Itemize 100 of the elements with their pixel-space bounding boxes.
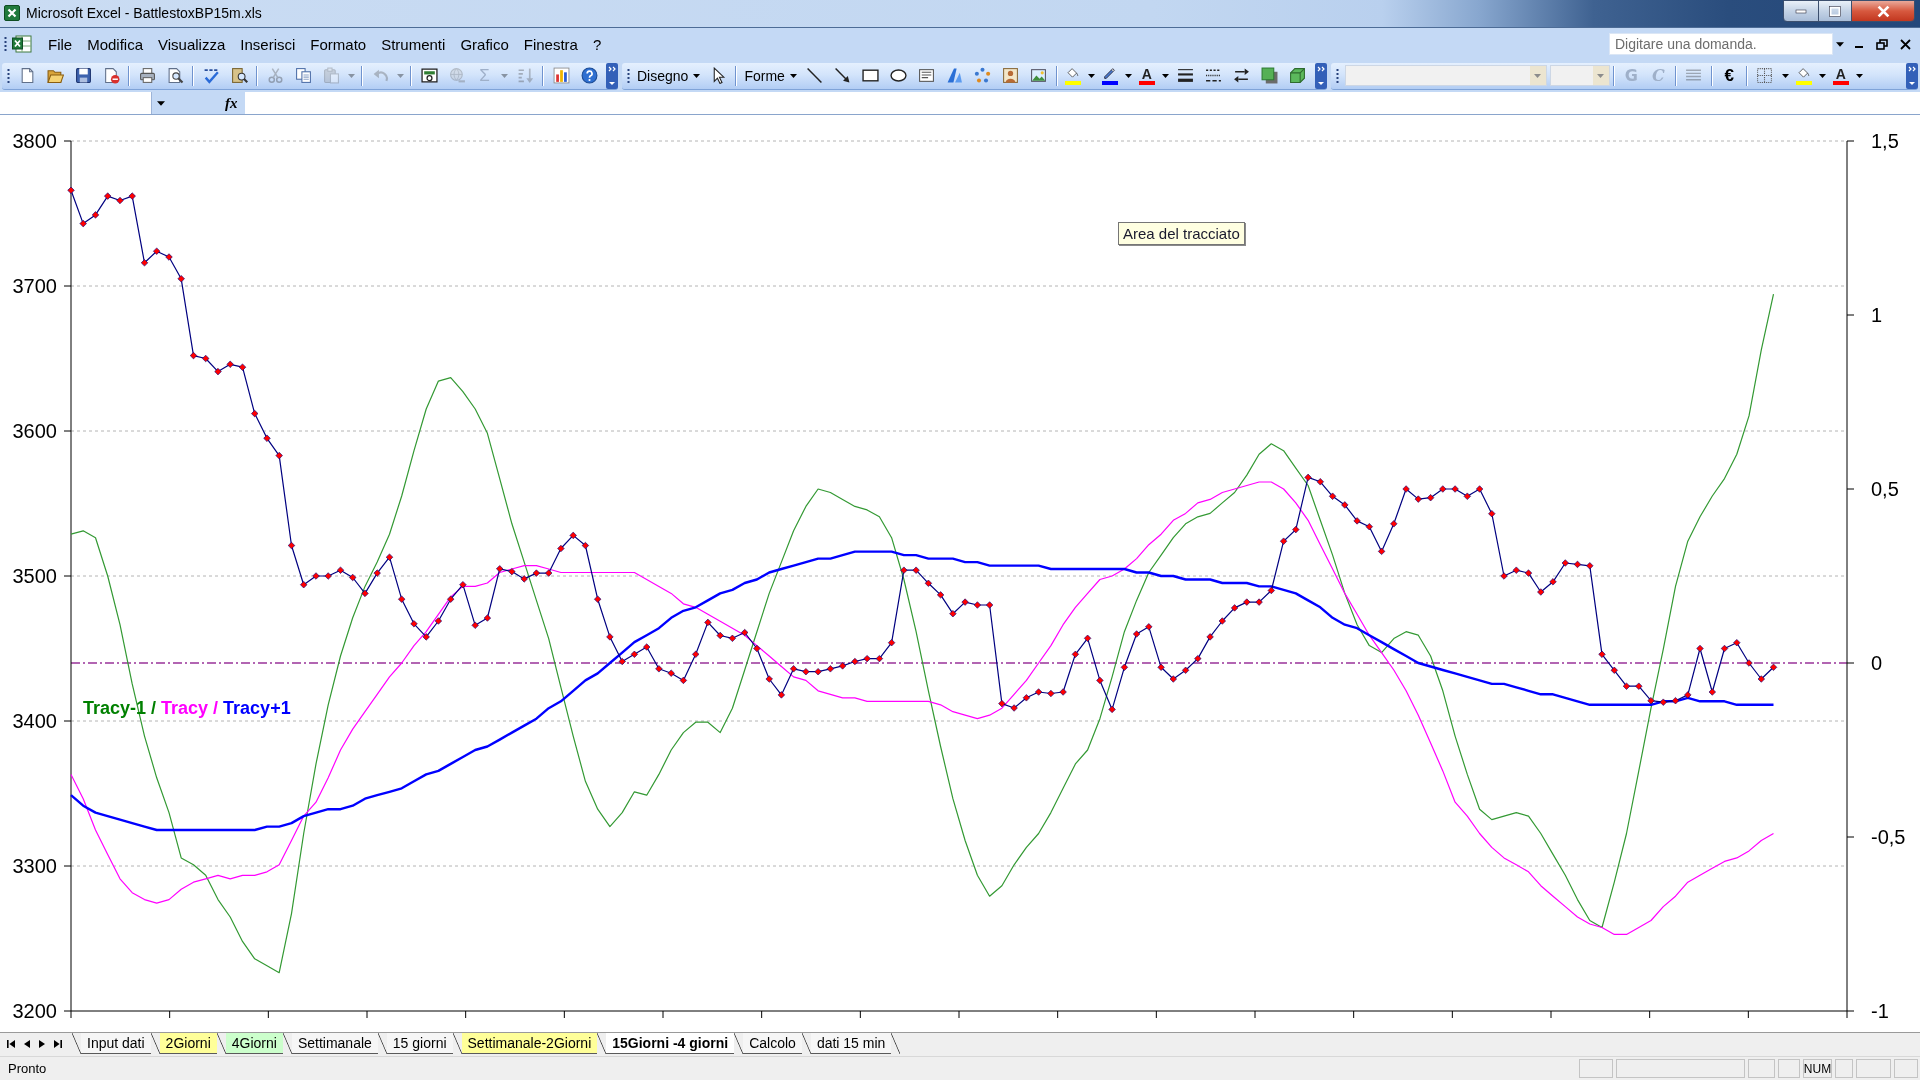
grip-handle-icon[interactable] — [7, 67, 10, 84]
sheet-tab[interactable]: Calcolo — [743, 1033, 802, 1054]
previous-sheet-icon[interactable] — [24, 1039, 30, 1048]
toolbar-options-icon[interactable] — [1314, 62, 1327, 89]
menu-item[interactable]: Inserisci — [236, 32, 300, 56]
data-point — [704, 618, 712, 626]
cube-icon[interactable] — [1289, 67, 1307, 84]
data-point — [312, 572, 320, 580]
caret-icon[interactable] — [1087, 73, 1095, 78]
print-preview-icon[interactable] — [166, 67, 184, 84]
caret-icon[interactable] — [1818, 73, 1826, 78]
menu-item[interactable]: ? — [588, 32, 606, 56]
toolbar-options-icon[interactable] — [1906, 62, 1918, 89]
menu-item[interactable]: Modifica — [83, 32, 148, 56]
caret-icon[interactable] — [789, 73, 797, 78]
formula-field[interactable] — [244, 92, 1920, 114]
data-point — [520, 575, 528, 583]
sheet-tab[interactable]: 4Giorni — [225, 1033, 283, 1054]
line-thickness-icon[interactable] — [1177, 67, 1195, 84]
data-point — [618, 658, 626, 666]
silhouette-frame-icon[interactable] — [1002, 67, 1020, 84]
menu-item[interactable]: Strumenti — [377, 32, 450, 56]
opposite-arrows-icon[interactable] — [1233, 67, 1251, 84]
minimize-button[interactable] — [1783, 0, 1819, 22]
data-point — [1022, 694, 1030, 702]
data-point — [1206, 633, 1214, 641]
sheet-tab[interactable]: 15Giorni -4 giorni — [606, 1033, 735, 1054]
paint-bucket-icon[interactable] — [1065, 66, 1081, 80]
grip-handle-icon[interactable] — [1335, 67, 1339, 84]
sheet-tab[interactable]: 15 giorni — [386, 1033, 453, 1054]
insert-function-button[interactable]: fx — [225, 95, 238, 111]
dot-ring-icon[interactable] — [974, 67, 992, 84]
oval-icon[interactable] — [890, 67, 908, 84]
grip-handle-icon[interactable] — [627, 67, 630, 84]
menu-item[interactable]: File — [44, 32, 77, 56]
arrow-icon[interactable] — [834, 67, 852, 84]
close-icon[interactable] — [1900, 38, 1911, 50]
close-button[interactable] — [1851, 0, 1915, 22]
paint-bucket-icon[interactable] — [1796, 66, 1812, 80]
sheet-tab[interactable]: dati 15 min — [810, 1033, 892, 1054]
bar-chart-icon[interactable] — [552, 67, 570, 84]
rectangle-icon[interactable] — [862, 67, 880, 84]
caret-icon[interactable] — [693, 73, 701, 78]
euro-button[interactable]: € — [1715, 64, 1743, 87]
data-point — [1047, 689, 1055, 698]
data-point — [189, 352, 198, 360]
sheet-tab[interactable]: Input dati — [81, 1033, 151, 1054]
dashed-lines-icon[interactable] — [1205, 67, 1223, 84]
first-sheet-icon[interactable] — [7, 1039, 15, 1048]
book-magnifier-icon[interactable] — [230, 67, 248, 84]
help-icon[interactable] — [580, 67, 598, 84]
caret-icon[interactable] — [1161, 73, 1169, 78]
help-search-field[interactable]: Digitare una domanda. — [1609, 33, 1833, 55]
axis-label: 3700 — [12, 275, 57, 297]
restricted-document-icon[interactable] — [102, 67, 120, 84]
name-box-field[interactable] — [0, 92, 152, 114]
maximize-button[interactable] — [1818, 0, 1852, 22]
data-point — [1659, 698, 1667, 706]
card-icon[interactable] — [420, 67, 438, 84]
font-color-button[interactable]: A — [1835, 66, 1846, 80]
text-box-icon[interactable] — [918, 67, 936, 84]
axis-label: 1 — [1871, 304, 1883, 326]
caret-icon[interactable] — [1124, 73, 1132, 78]
caret-icon[interactable] — [1836, 41, 1844, 47]
caret-icon[interactable] — [1855, 73, 1863, 78]
restore-icon[interactable] — [1876, 38, 1888, 50]
check-mark-icon[interactable] — [202, 67, 220, 84]
dotted-grid-icon[interactable] — [1756, 67, 1774, 84]
picture-icon[interactable] — [1030, 67, 1048, 84]
data-point — [1696, 644, 1704, 653]
axis-label: 3200 — [12, 1000, 57, 1022]
next-sheet-icon[interactable] — [39, 1039, 45, 1048]
printer-icon[interactable] — [138, 67, 156, 84]
menu-item[interactable]: Formato — [306, 32, 371, 56]
data-point — [1010, 704, 1018, 712]
sheet-tab[interactable]: 2Giorni — [159, 1033, 217, 1054]
caret-icon[interactable] — [1781, 73, 1789, 78]
menu-item[interactable]: Visualizza — [154, 32, 230, 56]
sheet-tab[interactable]: Settimanale-2Giorni — [461, 1033, 598, 1054]
data-point — [1757, 675, 1765, 683]
workbook-icon[interactable] — [12, 34, 32, 54]
line-icon[interactable] — [806, 67, 824, 84]
font-color-button[interactable]: A — [1141, 66, 1152, 80]
slanted-stroke-icon[interactable] — [946, 67, 964, 84]
copy-icon[interactable] — [294, 67, 312, 84]
toolbar-options-icon[interactable] — [606, 62, 618, 89]
menu-item[interactable]: Grafico — [456, 32, 513, 56]
menu-item[interactable]: Finestra — [519, 32, 582, 56]
menu-button[interactable]: Forme — [740, 64, 801, 87]
data-point — [1120, 663, 1128, 671]
open-folder-icon[interactable] — [46, 67, 64, 84]
last-sheet-icon[interactable] — [54, 1039, 62, 1048]
menu-button[interactable]: Disegno — [633, 64, 705, 87]
caret-icon[interactable] — [157, 100, 165, 106]
data-point — [875, 655, 883, 663]
grip-handle-icon[interactable] — [4, 36, 7, 52]
pen-icon[interactable] — [1102, 66, 1118, 80]
data-point — [373, 569, 381, 577]
shadowed-square-icon[interactable] — [1261, 67, 1279, 84]
sheet-tab[interactable]: Settimanale — [291, 1033, 378, 1054]
